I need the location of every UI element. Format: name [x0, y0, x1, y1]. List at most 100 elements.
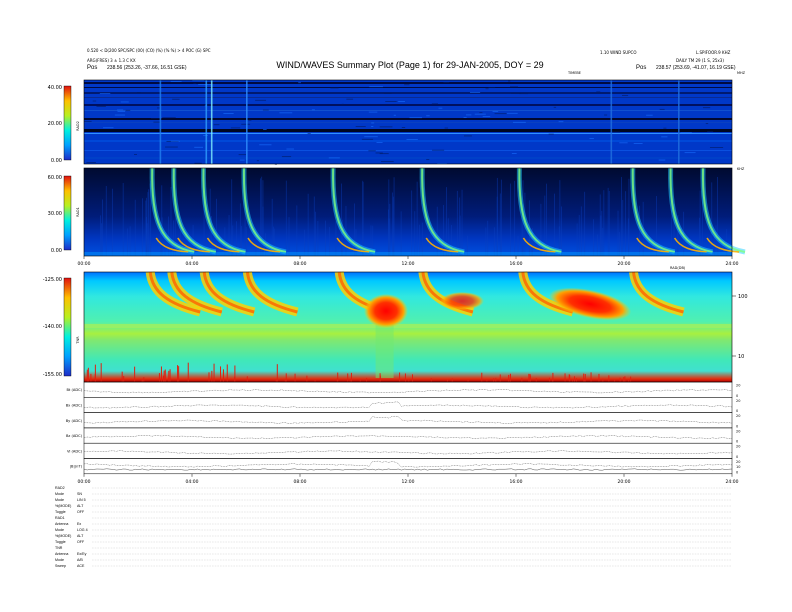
tnr-spike	[143, 377, 145, 382]
rad2-speck	[510, 86, 519, 88]
tnr-spike	[211, 370, 213, 382]
rad1-colorbar-tick-top: 60.00	[48, 175, 62, 181]
rad2-speck	[281, 156, 292, 158]
hk-xtick-label-4: 16:00	[510, 479, 523, 485]
rad2-speck	[125, 109, 131, 111]
rad1-xtick-label-3: 12:00	[402, 261, 415, 267]
rad2-speck	[438, 107, 443, 109]
rad1-right-label: KHZ	[737, 167, 745, 171]
tnr-spike	[568, 374, 570, 382]
rad2-speck	[548, 133, 554, 135]
tnr-colorbar-tick-top: -125.00	[43, 277, 62, 283]
tnr-spike	[404, 373, 406, 382]
rad1-streak	[514, 180, 516, 256]
rad1-streak	[419, 224, 421, 256]
hk-xtick-label-1: 04:00	[186, 479, 199, 485]
hk-row-tick-5-2: 0	[736, 470, 738, 474]
rad2-speck	[426, 115, 430, 117]
rad2-band-6	[84, 118, 732, 120]
tnr-spike	[481, 372, 483, 382]
rad1-streak	[436, 206, 438, 256]
rad1-colorbar	[63, 175, 72, 251]
tnr-spike	[168, 370, 170, 382]
rad1-streak	[288, 217, 290, 256]
tnr-spike	[87, 367, 89, 382]
rad2-speck	[364, 136, 378, 138]
rad1-streak	[148, 189, 150, 256]
hk-row-tick-0-0: 20	[736, 384, 740, 388]
tnr-spike	[493, 378, 495, 382]
rad2-colorbar-tick-top: 40.00	[48, 85, 62, 91]
rad2-speck	[223, 113, 234, 114]
rad1-streak	[127, 228, 128, 256]
hk-row-frame-0	[83, 381, 733, 398]
rad2-speck	[371, 122, 375, 124]
rad1-streak	[608, 190, 610, 256]
rad2-speck	[230, 127, 241, 129]
rad2-speck	[406, 139, 418, 140]
rad1-xticks: 00:00 04:00 08:00 12:00 16:00 20:00 24:00	[78, 256, 739, 267]
rad2-band-12	[84, 157, 732, 159]
tnr-spike	[499, 374, 501, 382]
tnr-spike	[467, 379, 469, 382]
rad2-speck	[553, 106, 557, 108]
hk-row-frame-1	[83, 397, 733, 413]
tnr-spike	[486, 379, 488, 382]
hk-row-label-1: Bx (ADC)	[66, 403, 83, 407]
rad2-speck	[383, 93, 392, 94]
rad1-streak	[414, 211, 416, 256]
rad2-band-7	[84, 122, 732, 123]
hk-xtick-label-0: 00:00	[78, 479, 91, 485]
hk-row-trace-4	[83, 450, 733, 455]
rad1-streak	[393, 177, 395, 256]
rad1-streak	[392, 196, 394, 256]
tnr-spike	[275, 379, 277, 382]
rad1-panel: 60.00 30.00 0.00 RAD1 KHZ 00:00 04:00 08:0…	[48, 167, 746, 267]
rad2-speck	[263, 129, 267, 130]
tnr-spike	[399, 372, 401, 382]
rad2-speck	[376, 142, 383, 143]
rad1-streak	[621, 176, 622, 256]
rad2-band-10	[84, 140, 732, 142]
hk-xtick-label-3: 12:00	[402, 479, 415, 485]
rad2-band-9	[84, 133, 732, 134]
hk-row-frame-2	[83, 412, 733, 429]
tnr-spike	[624, 376, 626, 382]
rad1-xtick-label-4: 16:00	[510, 261, 523, 267]
tnr-spike	[294, 373, 296, 382]
tnr-spike	[521, 377, 523, 382]
tnr-spike	[359, 378, 361, 382]
hk-xtick-label-2: 08:00	[294, 479, 307, 485]
rad2-band-2	[84, 92, 732, 94]
rad1-xtick-label-6: 24:00	[726, 261, 739, 267]
hk-row-label-4: Vi (ADC)	[67, 449, 83, 453]
rad2-speck	[492, 111, 499, 112]
tnr-spike	[608, 375, 610, 382]
tnr-right-tick-label-100: 100	[738, 294, 748, 300]
tnr-spike	[86, 369, 88, 382]
tnr-spike	[347, 373, 349, 382]
tnr-spike	[349, 379, 351, 382]
rad1-streak	[499, 193, 501, 256]
rad2-speck	[684, 152, 696, 154]
rad2-speck	[259, 144, 272, 146]
rad1-streak	[105, 186, 107, 256]
rad1-streak	[461, 189, 463, 256]
rad2-speck	[381, 161, 394, 163]
tnr-spike	[535, 378, 537, 382]
rad1-bottom-band	[84, 252, 732, 256]
tnr-spike	[623, 377, 625, 382]
tnr-hotspot-1	[364, 294, 408, 328]
rad2-colorbar-tick-mid: 20.00	[48, 121, 62, 127]
rad2-speck	[633, 143, 643, 144]
rad2-speck	[432, 149, 445, 151]
rad2-band-1	[84, 87, 732, 88]
hk-row-tick-5-0: 20	[736, 460, 740, 464]
tnr-spike	[552, 379, 554, 382]
rad2-speck	[409, 117, 423, 119]
tnr-spike	[177, 365, 179, 382]
hk-xtick-label-5: 20:00	[618, 479, 631, 485]
tnr-spike	[94, 373, 96, 382]
tnr-spike	[366, 377, 368, 382]
rad2-band-8	[84, 129, 732, 132]
